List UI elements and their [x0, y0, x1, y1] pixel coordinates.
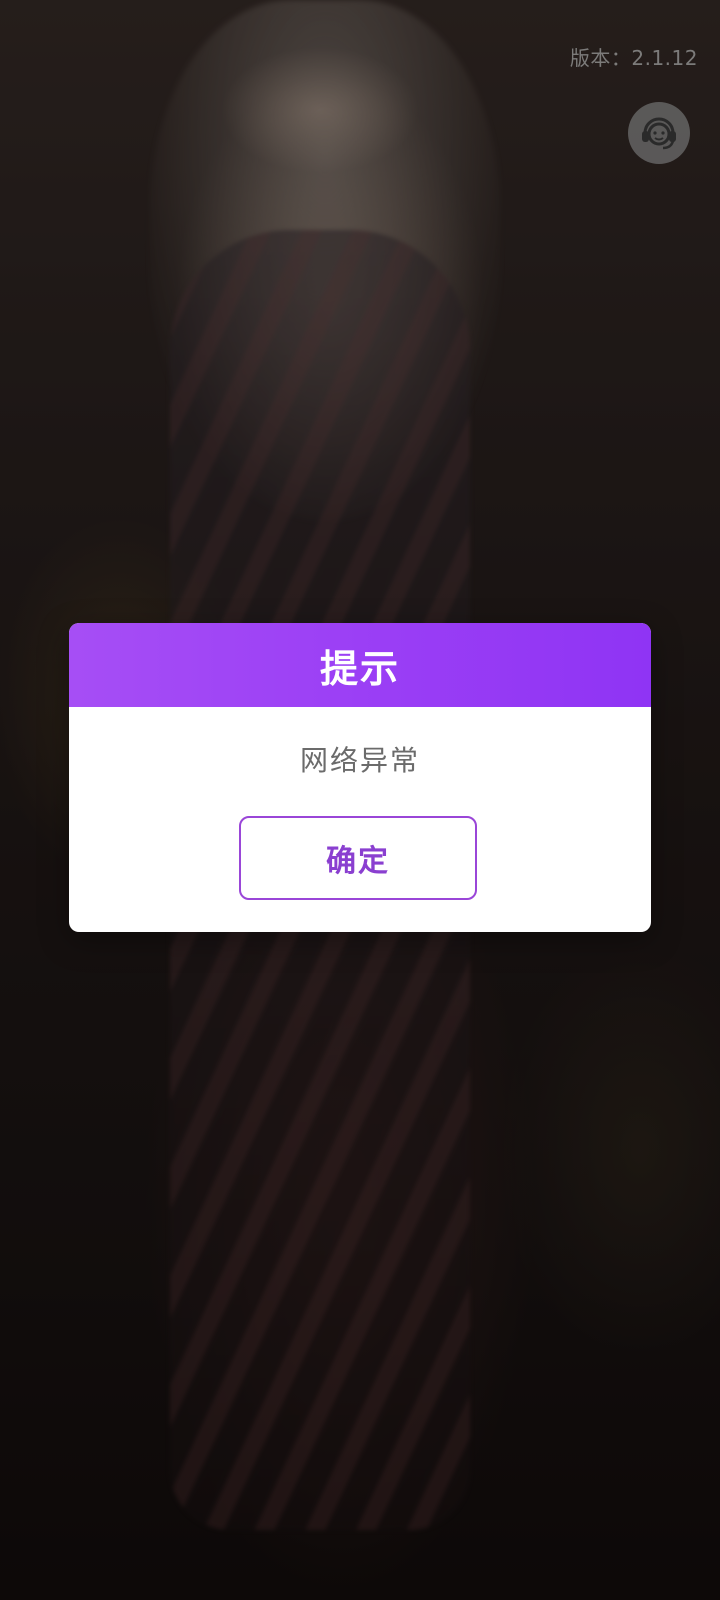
dialog-header: 提示	[69, 623, 651, 707]
confirm-button-label: 确定	[326, 844, 390, 879]
customer-service-button[interactable]	[628, 102, 690, 164]
version-label: 版本：2.1.12	[569, 46, 698, 70]
dialog-message: 网络异常	[299, 744, 420, 777]
alert-dialog: 提示 网络异常 确定	[69, 623, 651, 932]
app-screen: 版本：2.1.12 提示 网络异常 确定	[0, 0, 720, 1600]
confirm-button[interactable]: 确定	[239, 816, 477, 900]
dialog-title: 提示	[319, 646, 400, 691]
customer-service-icon	[642, 117, 676, 150]
